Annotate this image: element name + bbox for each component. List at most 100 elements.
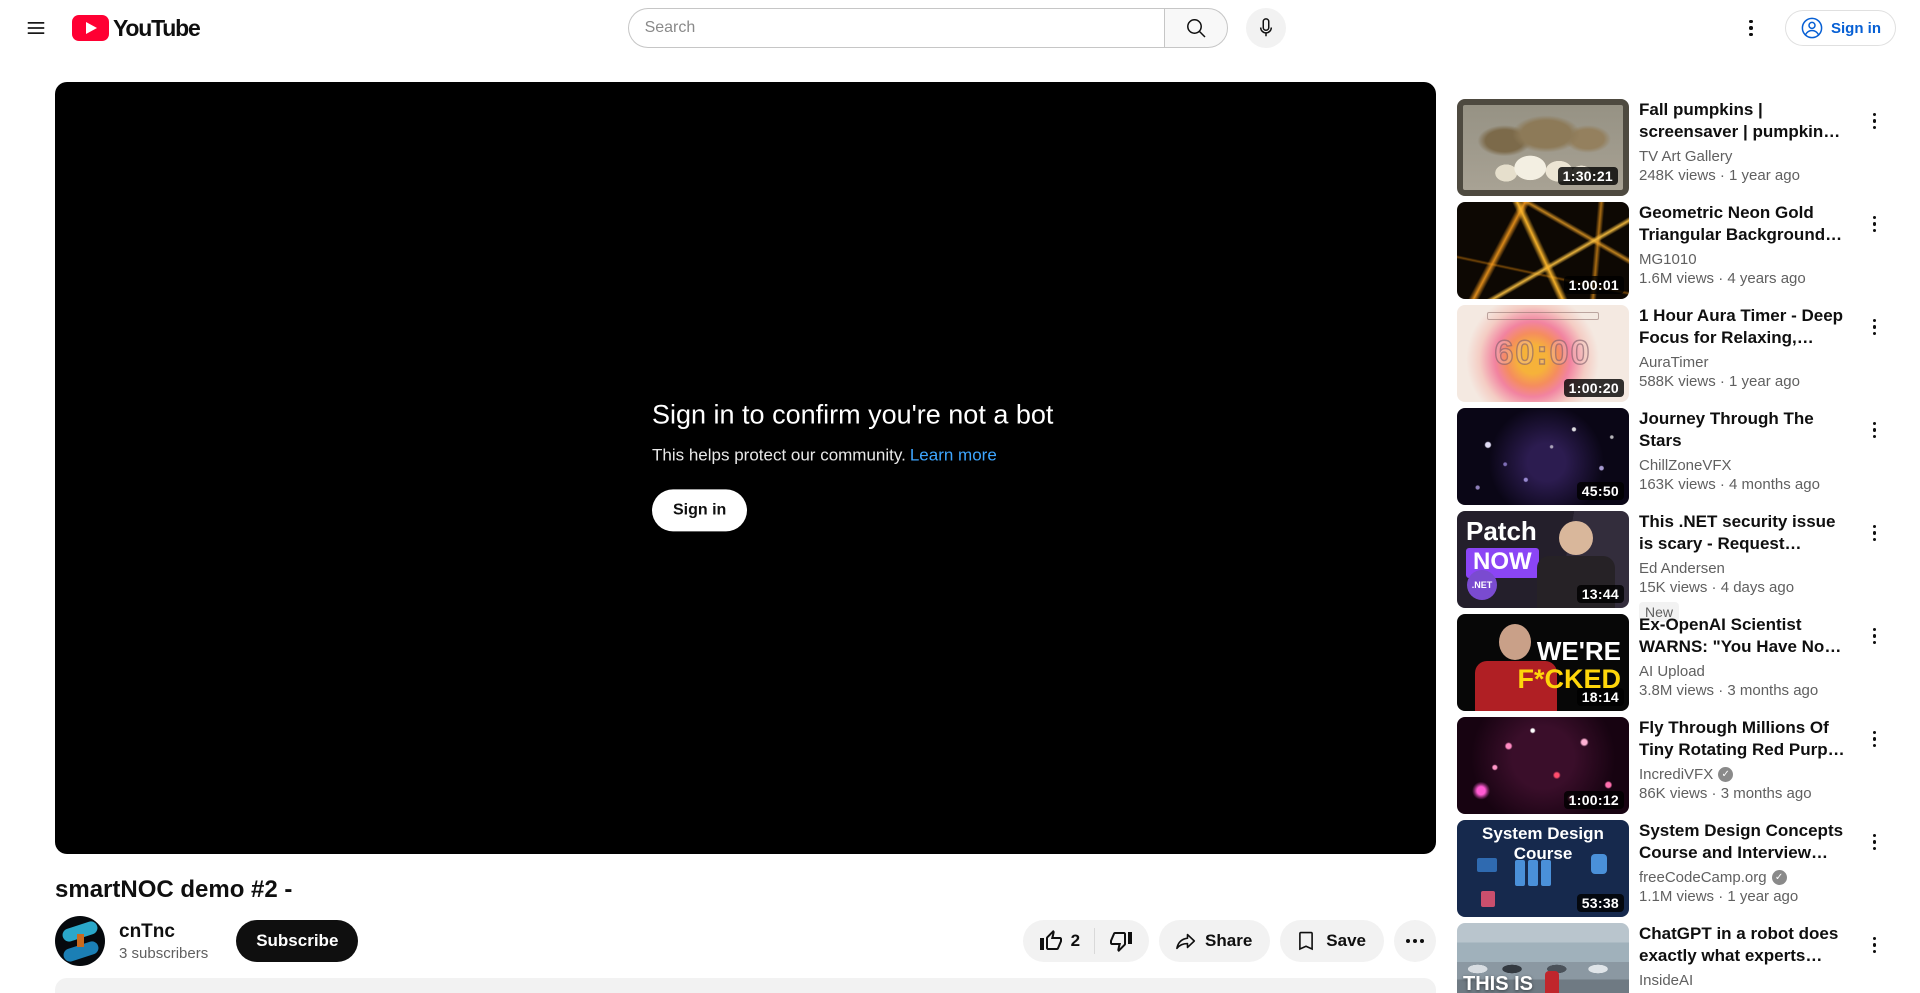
video-thumbnail[interactable]: 1:00:12 xyxy=(1457,717,1629,814)
video-options-button[interactable] xyxy=(1872,717,1876,814)
diagram-block xyxy=(1481,891,1495,907)
related-video-item[interactable]: 1:00:01 Geometric Neon Gold Triangular B… xyxy=(1457,202,1876,299)
related-video-title: System Design Concepts Course and Interv… xyxy=(1639,821,1844,862)
video-thumbnail[interactable]: System Design Course 53:38 xyxy=(1457,820,1629,917)
hamburger-menu-button[interactable] xyxy=(16,8,56,48)
diagram-block xyxy=(1528,860,1538,886)
related-channel-name: freeCodeCamp.org xyxy=(1639,869,1767,886)
kebab-icon xyxy=(1749,19,1753,37)
save-button[interactable]: Save xyxy=(1280,920,1384,962)
search-button[interactable] xyxy=(1163,8,1228,48)
header-right-controls: Sign in xyxy=(1731,8,1896,48)
video-options-button[interactable] xyxy=(1872,614,1876,711)
sign-in-label: Sign in xyxy=(1831,19,1881,37)
related-video-title: 1 Hour Aura Timer - Deep Focus for Relax… xyxy=(1639,306,1844,347)
related-video-title: Journey Through The Stars xyxy=(1639,409,1814,450)
video-player[interactable]: Sign in to confirm you're not a bot This… xyxy=(55,82,1436,854)
related-video-item[interactable]: 1:00:12 Fly Through Millions Of Tiny Rot… xyxy=(1457,717,1876,814)
related-video-item[interactable]: System Design Course 53:38 System Design… xyxy=(1457,820,1876,917)
bookmark-icon xyxy=(1299,931,1314,951)
channel-name[interactable]: cnTnc xyxy=(119,921,208,943)
hamburger-icon xyxy=(27,22,45,34)
share-button[interactable]: Share xyxy=(1159,920,1271,962)
search-icon xyxy=(1186,19,1206,38)
video-options-button[interactable] xyxy=(1872,820,1876,917)
video-details: Geometric Neon Gold Triangular Backgroun… xyxy=(1639,202,1845,299)
related-video-stats: 1.1M views · 1 year ago xyxy=(1639,888,1799,905)
related-video-item[interactable]: WE'RE F*CKED 18:14 Ex-OpenAI Scientist W… xyxy=(1457,614,1876,711)
related-video-stats: 15K views · 4 days ago xyxy=(1639,579,1795,596)
channel-subscribers: 3 subscribers xyxy=(119,944,209,962)
duration-badge: 18:14 xyxy=(1576,688,1624,706)
video-details: System Design Concepts Course and Interv… xyxy=(1639,820,1845,917)
primary-column: Sign in to confirm you're not a bot This… xyxy=(55,82,1436,993)
related-channel-name: AuraTimer xyxy=(1639,354,1709,371)
youtube-play-icon xyxy=(72,15,109,41)
share-label: Share xyxy=(1205,931,1253,950)
overlay-sign-in-button[interactable]: Sign in xyxy=(652,489,748,532)
duration-badge: 1:00:20 xyxy=(1563,379,1624,397)
related-video-item[interactable]: 1:30:21 Fall pumpkins | screensaver | pu… xyxy=(1457,99,1876,196)
video-details: Fly Through Millions Of Tiny Rotating Re… xyxy=(1639,717,1845,814)
related-video-item[interactable]: 45:50 Journey Through The Stars ChillZon… xyxy=(1457,408,1876,505)
video-title: smartNOC demo #2 - xyxy=(55,876,293,903)
related-video-item[interactable]: Patch NOW .NET 13:44 This .NET security … xyxy=(1457,511,1876,622)
video-options-button[interactable] xyxy=(1872,408,1876,505)
video-meta-row: cnTnc 3 subscribers Subscribe 2 Share Sa… xyxy=(55,916,1436,966)
save-label: Save xyxy=(1326,931,1366,950)
video-thumbnail[interactable]: THIS IS SCARY... 16:01 xyxy=(1457,923,1629,993)
video-options-button[interactable] xyxy=(1872,305,1876,402)
header-sign-in-button[interactable]: Sign in xyxy=(1785,10,1896,46)
video-thumbnail[interactable]: 1:30:21 xyxy=(1457,99,1629,196)
description-box[interactable]: 29 views1 day ago xyxy=(55,978,1436,993)
person-figure xyxy=(1499,624,1531,660)
related-videos-sidebar: 1:30:21 Fall pumpkins | screensaver | pu… xyxy=(1436,82,1900,993)
diagram-block xyxy=(1541,860,1551,886)
subscribe-button[interactable]: Subscribe xyxy=(236,920,359,962)
learn-more-link[interactable]: Learn more xyxy=(910,445,997,464)
thumbnail-timer-text: 60:00 xyxy=(1494,333,1592,372)
video-thumbnail[interactable]: 45:50 xyxy=(1457,408,1629,505)
video-details: ChatGPT in a robot does exactly what exp… xyxy=(1639,923,1845,993)
kebab-icon xyxy=(1872,730,1876,747)
video-thumbnail[interactable]: 60:00 1:00:20 xyxy=(1457,305,1629,402)
more-actions-button[interactable] xyxy=(1394,920,1436,962)
related-video-title: This .NET security issue is scary - Requ… xyxy=(1639,512,1836,553)
person-figure xyxy=(1545,971,1559,993)
video-details: Ex-OpenAI Scientist WARNS: "You Have No … xyxy=(1639,614,1845,711)
diagram-block xyxy=(1515,860,1525,886)
related-video-item[interactable]: THIS IS SCARY... 16:01 ChatGPT in a robo… xyxy=(1457,923,1876,993)
video-options-button[interactable] xyxy=(1872,202,1876,299)
video-thumbnail[interactable]: 1:00:01 xyxy=(1457,202,1629,299)
kebab-icon xyxy=(1872,936,1876,953)
related-video-stats: 248K views · 1 year ago xyxy=(1639,167,1800,184)
channel-avatar[interactable] xyxy=(55,916,105,966)
settings-menu-button[interactable] xyxy=(1731,8,1771,48)
search-input[interactable] xyxy=(627,8,1164,48)
thumbs-up-icon xyxy=(1039,930,1062,950)
related-video-item[interactable]: 60:00 1:00:20 1 Hour Aura Timer - Deep F… xyxy=(1457,305,1876,402)
duration-badge: 1:00:12 xyxy=(1563,791,1624,809)
duration-badge: 53:38 xyxy=(1576,894,1624,912)
dislike-button[interactable] xyxy=(1095,929,1149,953)
like-button[interactable]: 2 xyxy=(1023,929,1094,953)
video-details: Fall pumpkins | screensaver | pumpkin pa… xyxy=(1639,99,1845,196)
video-options-button[interactable] xyxy=(1872,511,1876,608)
video-thumbnail[interactable]: Patch NOW .NET 13:44 xyxy=(1457,511,1629,608)
channel-info: cnTnc 3 subscribers xyxy=(119,921,208,962)
overlay-title: Sign in to confirm you're not a bot xyxy=(652,399,1054,430)
thumbnail-text: Patch xyxy=(1466,516,1537,546)
video-options-button[interactable] xyxy=(1872,923,1876,993)
related-video-stats: 86K views · 3 months ago xyxy=(1639,785,1812,802)
related-video-title: ChatGPT in a robot does exactly what exp… xyxy=(1639,924,1839,965)
top-navigation-bar: YouTube Sign in xyxy=(0,0,1920,56)
voice-search-button[interactable] xyxy=(1245,8,1286,48)
video-options-button[interactable] xyxy=(1872,99,1876,196)
kebab-icon xyxy=(1872,215,1876,232)
thumbs-down-icon xyxy=(1110,932,1133,952)
kebab-icon xyxy=(1872,112,1876,129)
youtube-logo[interactable]: YouTube xyxy=(72,15,201,42)
duration-badge: 13:44 xyxy=(1576,585,1624,603)
video-thumbnail[interactable]: WE'RE F*CKED 18:14 xyxy=(1457,614,1629,711)
related-video-title: Ex-OpenAI Scientist WARNS: "You Have No … xyxy=(1639,615,1825,656)
